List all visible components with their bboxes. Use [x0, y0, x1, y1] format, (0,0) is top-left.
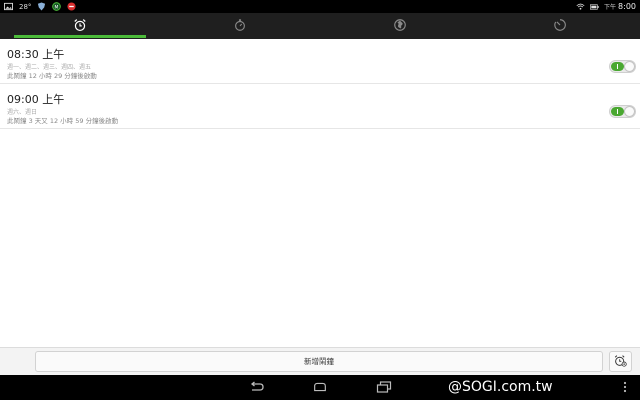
add-alarm-button[interactable]: 新增鬧鐘 [35, 351, 603, 372]
alarm-settings-button[interactable] [609, 351, 632, 372]
toggle-knob [624, 61, 635, 72]
home-button[interactable] [309, 380, 331, 395]
back-button[interactable] [246, 380, 268, 395]
timer-icon [553, 17, 567, 36]
temperature-text: 28° [19, 2, 32, 11]
recent-apps-icon [376, 378, 392, 397]
alarm-repeat-days: 週六、週日 [7, 109, 38, 116]
app-icon [67, 2, 76, 11]
tab-stopwatch[interactable] [160, 13, 320, 39]
watermark: @SOGI.com.tw [448, 379, 553, 395]
status-bar: 28° M 下午 8:00 [0, 0, 640, 13]
alarm-remaining-text: 此鬧鐘 12 小時 29 分鐘後啟動 [7, 72, 97, 80]
tab-world-clock[interactable] [320, 13, 480, 39]
world-clock-icon [393, 17, 407, 36]
alarm-settings-icon [614, 352, 627, 371]
alarm-repeat-days: 週一、週二、週三、週四、週五 [7, 64, 92, 71]
tab-bar [0, 13, 640, 39]
image-icon [4, 2, 13, 11]
back-icon [249, 378, 265, 397]
nav-bar: @SOGI.com.tw [0, 375, 640, 400]
alarm-item[interactable]: 09:00 上午 週六、週日 此鬧鐘 3 天又 12 小時 59 分鐘後啟動 [0, 84, 640, 129]
action-bar: 新增鬧鐘 [0, 347, 640, 375]
wifi-icon [576, 2, 585, 11]
alarm-time: 09:00 上午 [7, 93, 65, 106]
alarm-time: 08:30 上午 [7, 48, 65, 61]
recent-apps-button[interactable] [373, 380, 395, 395]
home-icon [312, 378, 328, 397]
menu-icon [623, 378, 627, 397]
alarm-toggle[interactable] [609, 60, 636, 73]
alarm-remaining-text: 此鬧鐘 3 天又 12 小時 59 分鐘後啟動 [7, 117, 119, 125]
alarm-item[interactable]: 08:30 上午 週一、週二、週三、週四、週五 此鬧鐘 12 小時 29 分鐘後… [0, 39, 640, 84]
toggle-on-indicator [611, 107, 624, 116]
status-time: 8:00 [618, 2, 636, 11]
svg-text:M: M [55, 4, 59, 10]
badge-icon: M [52, 2, 62, 11]
battery-icon [590, 2, 599, 11]
shield-icon [37, 2, 46, 11]
tab-alarm[interactable] [0, 13, 160, 39]
tab-timer[interactable] [480, 13, 640, 39]
menu-button[interactable] [620, 380, 630, 395]
toggle-on-indicator [611, 62, 624, 71]
stopwatch-icon [233, 17, 247, 36]
toggle-knob [624, 106, 635, 117]
alarm-list: 08:30 上午 週一、週二、週三、週四、週五 此鬧鐘 12 小時 29 分鐘後… [0, 39, 640, 347]
alarm-toggle[interactable] [609, 105, 636, 118]
ampm-text: 下午 [604, 4, 617, 11]
alarm-clock-icon [73, 17, 87, 36]
